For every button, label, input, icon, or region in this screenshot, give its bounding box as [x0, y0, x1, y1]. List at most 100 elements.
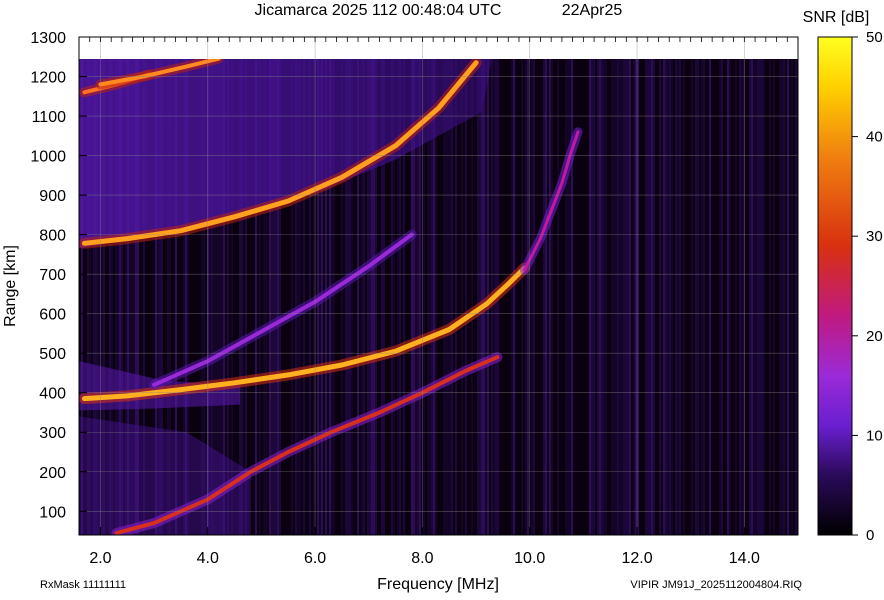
- noise-stripe: [591, 59, 593, 535]
- noise-stripe: [759, 59, 761, 535]
- noise-stripe: [531, 59, 533, 535]
- noise-stripe: [669, 59, 671, 535]
- noise-stripe: [615, 59, 617, 535]
- colorbar-label: SNR [dB]: [803, 9, 870, 26]
- noise-stripe: [739, 59, 741, 535]
- noise-stripe: [719, 59, 721, 535]
- x-tick-label: 6.0: [304, 550, 326, 567]
- noise-stripe: [709, 59, 711, 535]
- noise-stripe: [743, 59, 745, 535]
- noise-stripe: [727, 59, 729, 535]
- noise-stripe: [665, 59, 667, 535]
- noise-stripe: [703, 59, 705, 535]
- noise-stripe: [603, 59, 605, 535]
- noise-stripe: [787, 59, 789, 535]
- noise-stripe: [455, 59, 457, 535]
- y-tick-label: 1200: [30, 70, 66, 87]
- noise-stripe: [483, 59, 485, 535]
- y-tick-label: 1000: [30, 149, 66, 166]
- noise-stripe: [761, 59, 763, 535]
- noise-stripe: [659, 59, 661, 535]
- noise-stripe: [511, 59, 513, 535]
- noise-stripe: [783, 59, 785, 535]
- noise-stripe: [679, 59, 681, 535]
- y-tick-label: 200: [39, 465, 66, 482]
- noise-stripe: [571, 59, 573, 535]
- noise-stripe: [611, 59, 613, 535]
- y-tick-label: 900: [39, 188, 66, 205]
- y-tick-label: 1300: [30, 30, 66, 47]
- noise-stripe: [605, 59, 607, 535]
- noise-stripe: [675, 59, 677, 535]
- noise-stripe: [461, 59, 463, 535]
- colorbar: [817, 36, 853, 536]
- noise-stripe: [663, 59, 665, 535]
- noise-stripe: [601, 59, 603, 535]
- noise-stripe: [773, 59, 775, 535]
- noise-stripe: [625, 59, 627, 535]
- noise-stripe: [613, 59, 615, 535]
- noise-stripe: [741, 59, 743, 535]
- x-tick-label: 12.0: [621, 550, 652, 567]
- noise-stripe: [543, 59, 545, 535]
- noise-stripe: [627, 59, 629, 535]
- x-tick-label: 4.0: [197, 550, 219, 567]
- filename-label: VIPIR JM91J_2025112004804.RIQ: [630, 579, 802, 591]
- chart-date: 22Apr25: [562, 2, 623, 19]
- x-tick-label: 10.0: [514, 550, 545, 567]
- noise-stripe: [617, 59, 619, 535]
- noise-stripe: [593, 59, 595, 535]
- noise-stripe: [521, 59, 523, 535]
- colorbar-tick-label: 10: [866, 427, 883, 444]
- y-tick-label: 700: [39, 267, 66, 284]
- noise-stripe: [621, 59, 623, 535]
- x-tick-label: 8.0: [411, 550, 433, 567]
- noise-stripe: [769, 59, 771, 535]
- y-axis-label: Range [km]: [2, 245, 19, 327]
- noise-stripe: [533, 59, 535, 535]
- noise-stripe: [619, 59, 621, 535]
- y-tick-label: 600: [39, 307, 66, 324]
- noise-stripe: [695, 59, 697, 535]
- colorbar-tick-label: 0: [866, 527, 874, 544]
- x-tick-label: 2.0: [89, 550, 111, 567]
- ionogram-chart: 2.0 4.0 6.0 8.0 10.0 12.0 14.01002003004005006…: [2, 2, 883, 593]
- noise-stripe: [565, 59, 567, 535]
- noise-stripe: [451, 59, 453, 535]
- noise-stripe: [525, 59, 527, 535]
- colorbar-tick-label: 50: [866, 29, 883, 46]
- y-tick-label: 500: [39, 346, 66, 363]
- noise-stripe: [647, 59, 649, 535]
- noise-stripe: [683, 59, 685, 535]
- noise-stripe: [623, 59, 625, 535]
- noise-stripe: [779, 59, 781, 535]
- noise-stripe: [545, 59, 547, 535]
- noise-stripe: [549, 59, 551, 535]
- noise-stripe: [735, 59, 737, 535]
- noise-stripe: [653, 59, 655, 535]
- noise-stripe: [691, 59, 693, 535]
- noise-stripe: [721, 59, 723, 535]
- noise-stripe: [589, 59, 591, 535]
- noise-stripe: [479, 59, 481, 535]
- noise-stripe: [751, 59, 753, 535]
- ionogram: 2.0 4.0 6.0 8.0 10.0 12.0 14.0 100 200 300 400 500 6…: [0, 0, 884, 595]
- noise-stripe: [763, 59, 765, 535]
- noise-stripe: [567, 59, 569, 535]
- noise-stripe: [781, 59, 783, 535]
- y-tick-label: 300: [39, 425, 66, 442]
- x-tick-label: 14.0: [729, 550, 760, 567]
- colorbar-tick-label: 30: [866, 228, 883, 245]
- noise-stripe: [649, 59, 651, 535]
- noise-stripe: [667, 59, 669, 535]
- colorbar-ticks: 0 10 20 30 40 50: [852, 29, 883, 544]
- rxmask-label: RxMask 11111111: [40, 579, 126, 591]
- noise-stripe: [671, 59, 673, 535]
- noise-stripe: [729, 59, 731, 535]
- chart-title: Jicamarca 2025 112 00:48:04 UTC: [255, 2, 502, 19]
- noise-stripe: [513, 59, 515, 535]
- noise-stripe: [677, 59, 679, 535]
- noise-stripe: [753, 59, 755, 535]
- noise-stripe: [481, 59, 483, 535]
- noise-stripe: [557, 59, 559, 535]
